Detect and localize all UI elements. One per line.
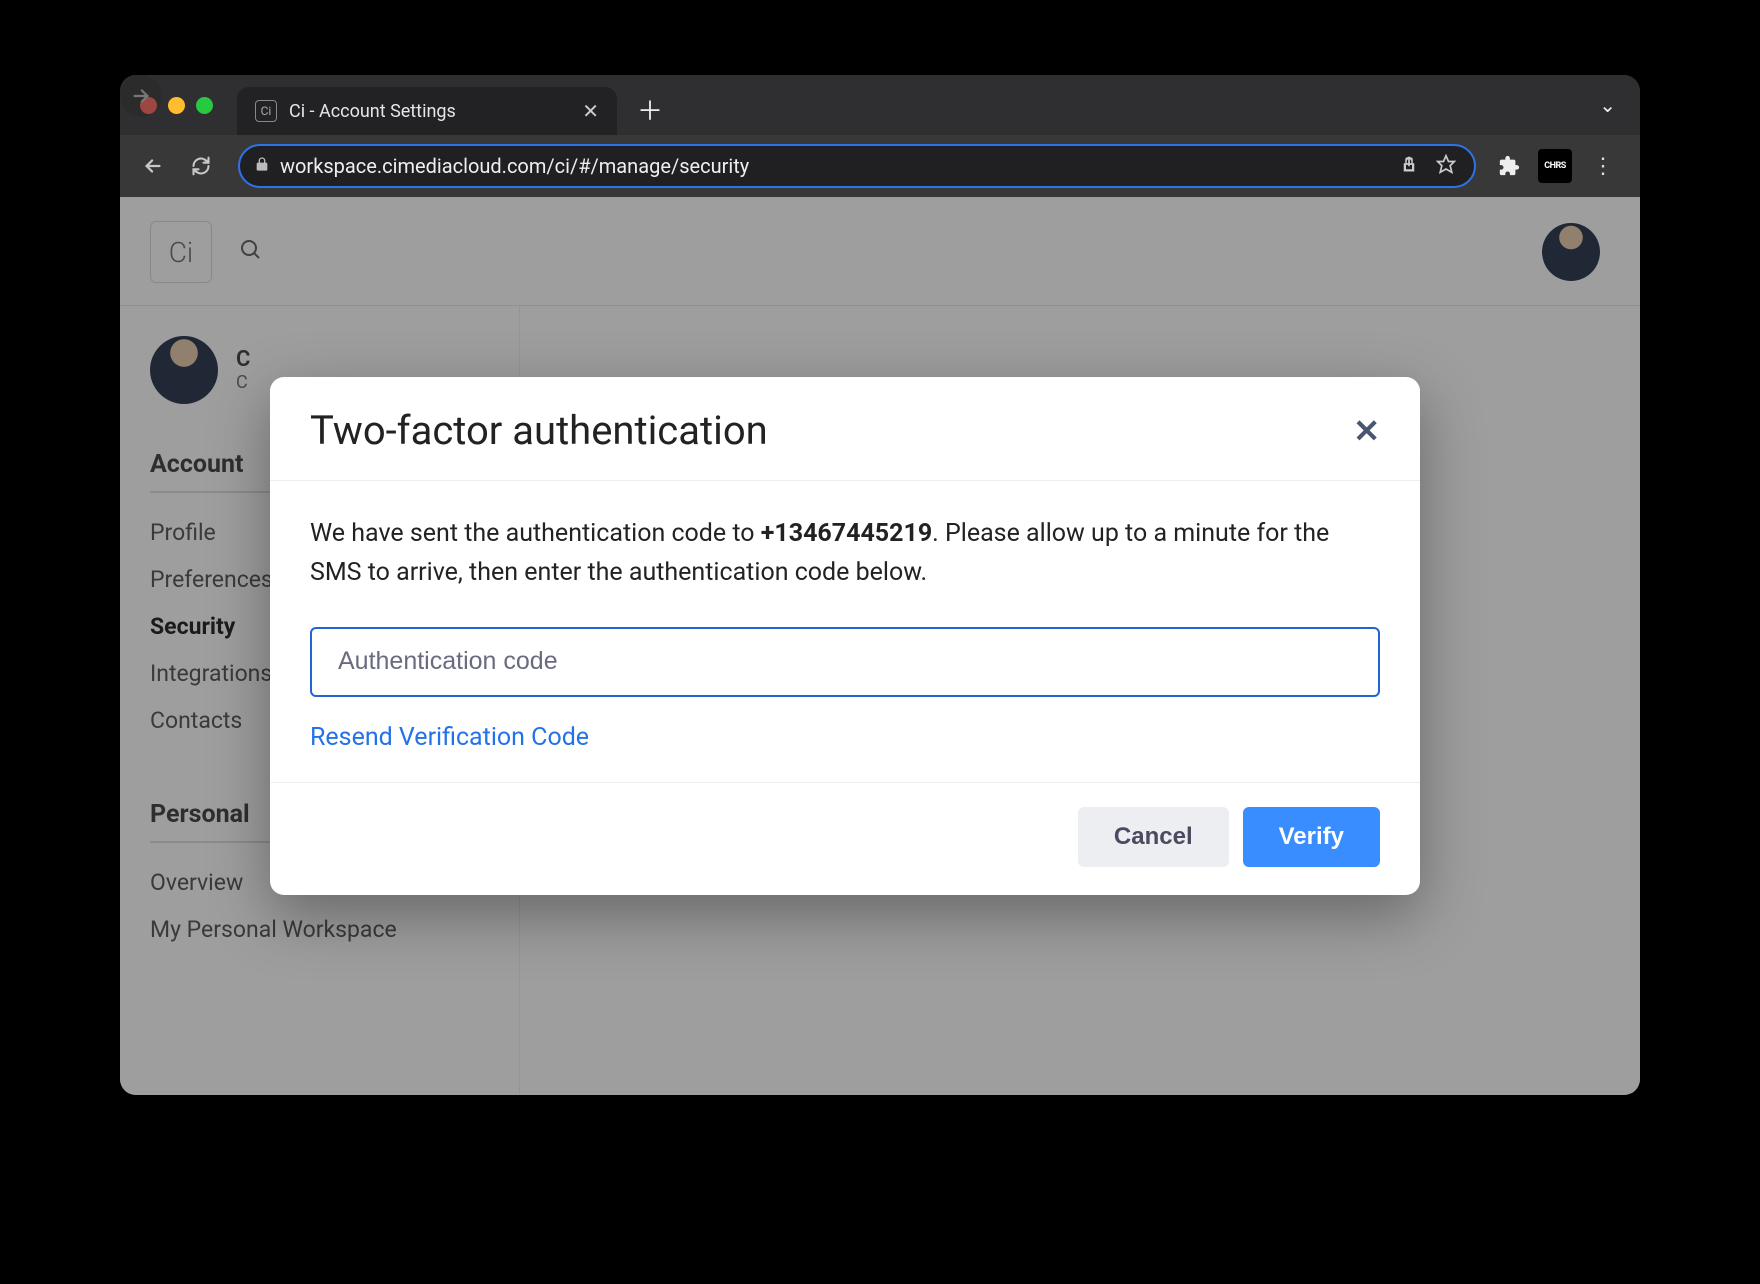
modal-message: We have sent the authentication code to …: [310, 515, 1380, 593]
browser-toolbar: workspace.cimediacloud.com/ci/#/manage/s…: [120, 135, 1640, 197]
arrow-left-icon: [142, 155, 164, 177]
modal-phone: +13467445219: [761, 519, 932, 548]
tab-title: Ci - Account Settings: [289, 101, 570, 122]
tfa-modal: Two-factor authentication ✕ We have sent…: [270, 377, 1420, 895]
browser-menu-icon[interactable]: ⋮: [1584, 154, 1622, 179]
resend-code-link[interactable]: Resend Verification Code: [310, 723, 589, 752]
cancel-button[interactable]: Cancel: [1078, 807, 1229, 867]
modal-title: Two-factor authentication: [310, 407, 768, 454]
browser-tab[interactable]: Ci Ci - Account Settings ✕: [237, 87, 617, 135]
browser-window: Ci Ci - Account Settings ✕ ＋ ⌄ workspace…: [120, 75, 1640, 1095]
lock-icon: [254, 156, 270, 176]
toolbar-right: CHRS ⋮: [1492, 149, 1628, 183]
modal-body: We have sent the authentication code to …: [270, 481, 1420, 782]
back-button[interactable]: [132, 145, 174, 187]
extensions-icon[interactable]: [1492, 149, 1526, 183]
address-bar[interactable]: workspace.cimediacloud.com/ci/#/manage/s…: [238, 144, 1476, 188]
extension-badge[interactable]: CHRS: [1538, 149, 1572, 183]
close-icon[interactable]: ✕: [1353, 412, 1380, 450]
tab-favicon-icon: Ci: [255, 100, 277, 122]
modal-header: Two-factor authentication ✕: [270, 377, 1420, 481]
page: Ci C C Account Profile Preferences Secur…: [120, 197, 1640, 1095]
maximize-window-button[interactable]: [196, 97, 213, 114]
modal-msg-prefix: We have sent the authentication code to: [310, 519, 761, 548]
verify-button[interactable]: Verify: [1243, 807, 1380, 867]
minimize-window-button[interactable]: [168, 97, 185, 114]
url-text: workspace.cimediacloud.com/ci/#/manage/s…: [280, 154, 1386, 178]
forward-button[interactable]: [120, 75, 162, 117]
modal-footer: Cancel Verify: [270, 782, 1420, 895]
auth-code-input[interactable]: [310, 627, 1380, 697]
tabs-dropdown-icon[interactable]: ⌄: [1599, 93, 1616, 117]
reload-icon: [191, 156, 211, 176]
close-tab-icon[interactable]: ✕: [582, 99, 599, 123]
new-tab-button[interactable]: ＋: [637, 91, 663, 128]
bookmark-star-icon[interactable]: [1432, 154, 1460, 179]
share-icon[interactable]: [1396, 155, 1422, 178]
reload-button[interactable]: [180, 145, 222, 187]
arrow-right-icon: [130, 85, 152, 107]
titlebar: Ci Ci - Account Settings ✕ ＋ ⌄: [120, 75, 1640, 135]
